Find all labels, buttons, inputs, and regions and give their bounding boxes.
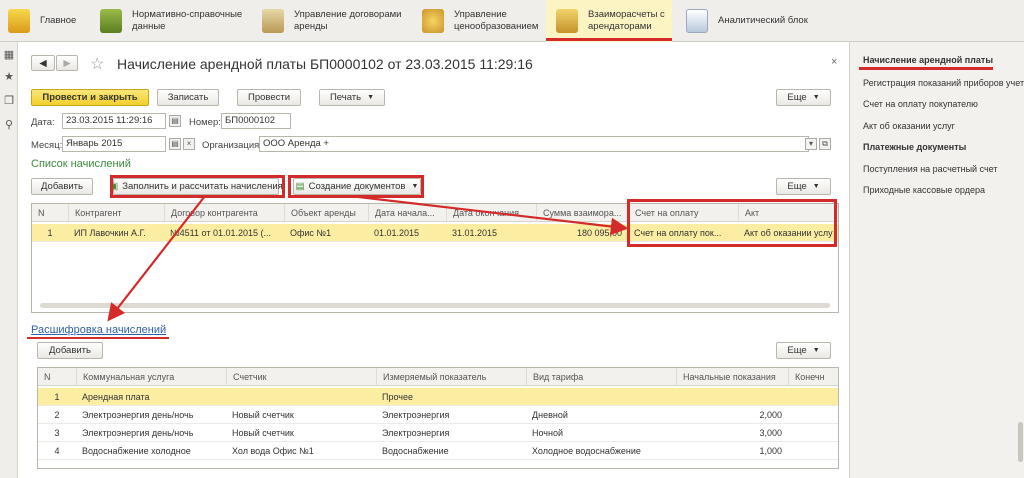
rp-cash-orders-link[interactable]: Приходные кассовые ордера: [863, 185, 985, 195]
arrow-to-details: [107, 195, 206, 322]
rp-meter-readings-link[interactable]: Регистрация показаний приборов учета: [863, 78, 1024, 88]
arrow-to-invoice: [349, 194, 629, 236]
rp-act-link[interactable]: Акт об оказании услуг: [863, 121, 955, 131]
rp-rent-accrual-link[interactable]: Начисление арендной платы: [863, 55, 993, 65]
annotation-underline-rent-accrual: [859, 67, 993, 70]
rp-bank-receipts-link[interactable]: Поступления на расчетный счет: [863, 164, 998, 174]
vertical-scrollbar[interactable]: [1018, 422, 1023, 462]
rp-payment-docs-heading: Платежные документы: [863, 142, 967, 152]
rp-invoice-link[interactable]: Счет на оплату покупателю: [863, 99, 978, 109]
right-actions-panel: Начисление арендной платы Регистрация по…: [849, 42, 1024, 478]
